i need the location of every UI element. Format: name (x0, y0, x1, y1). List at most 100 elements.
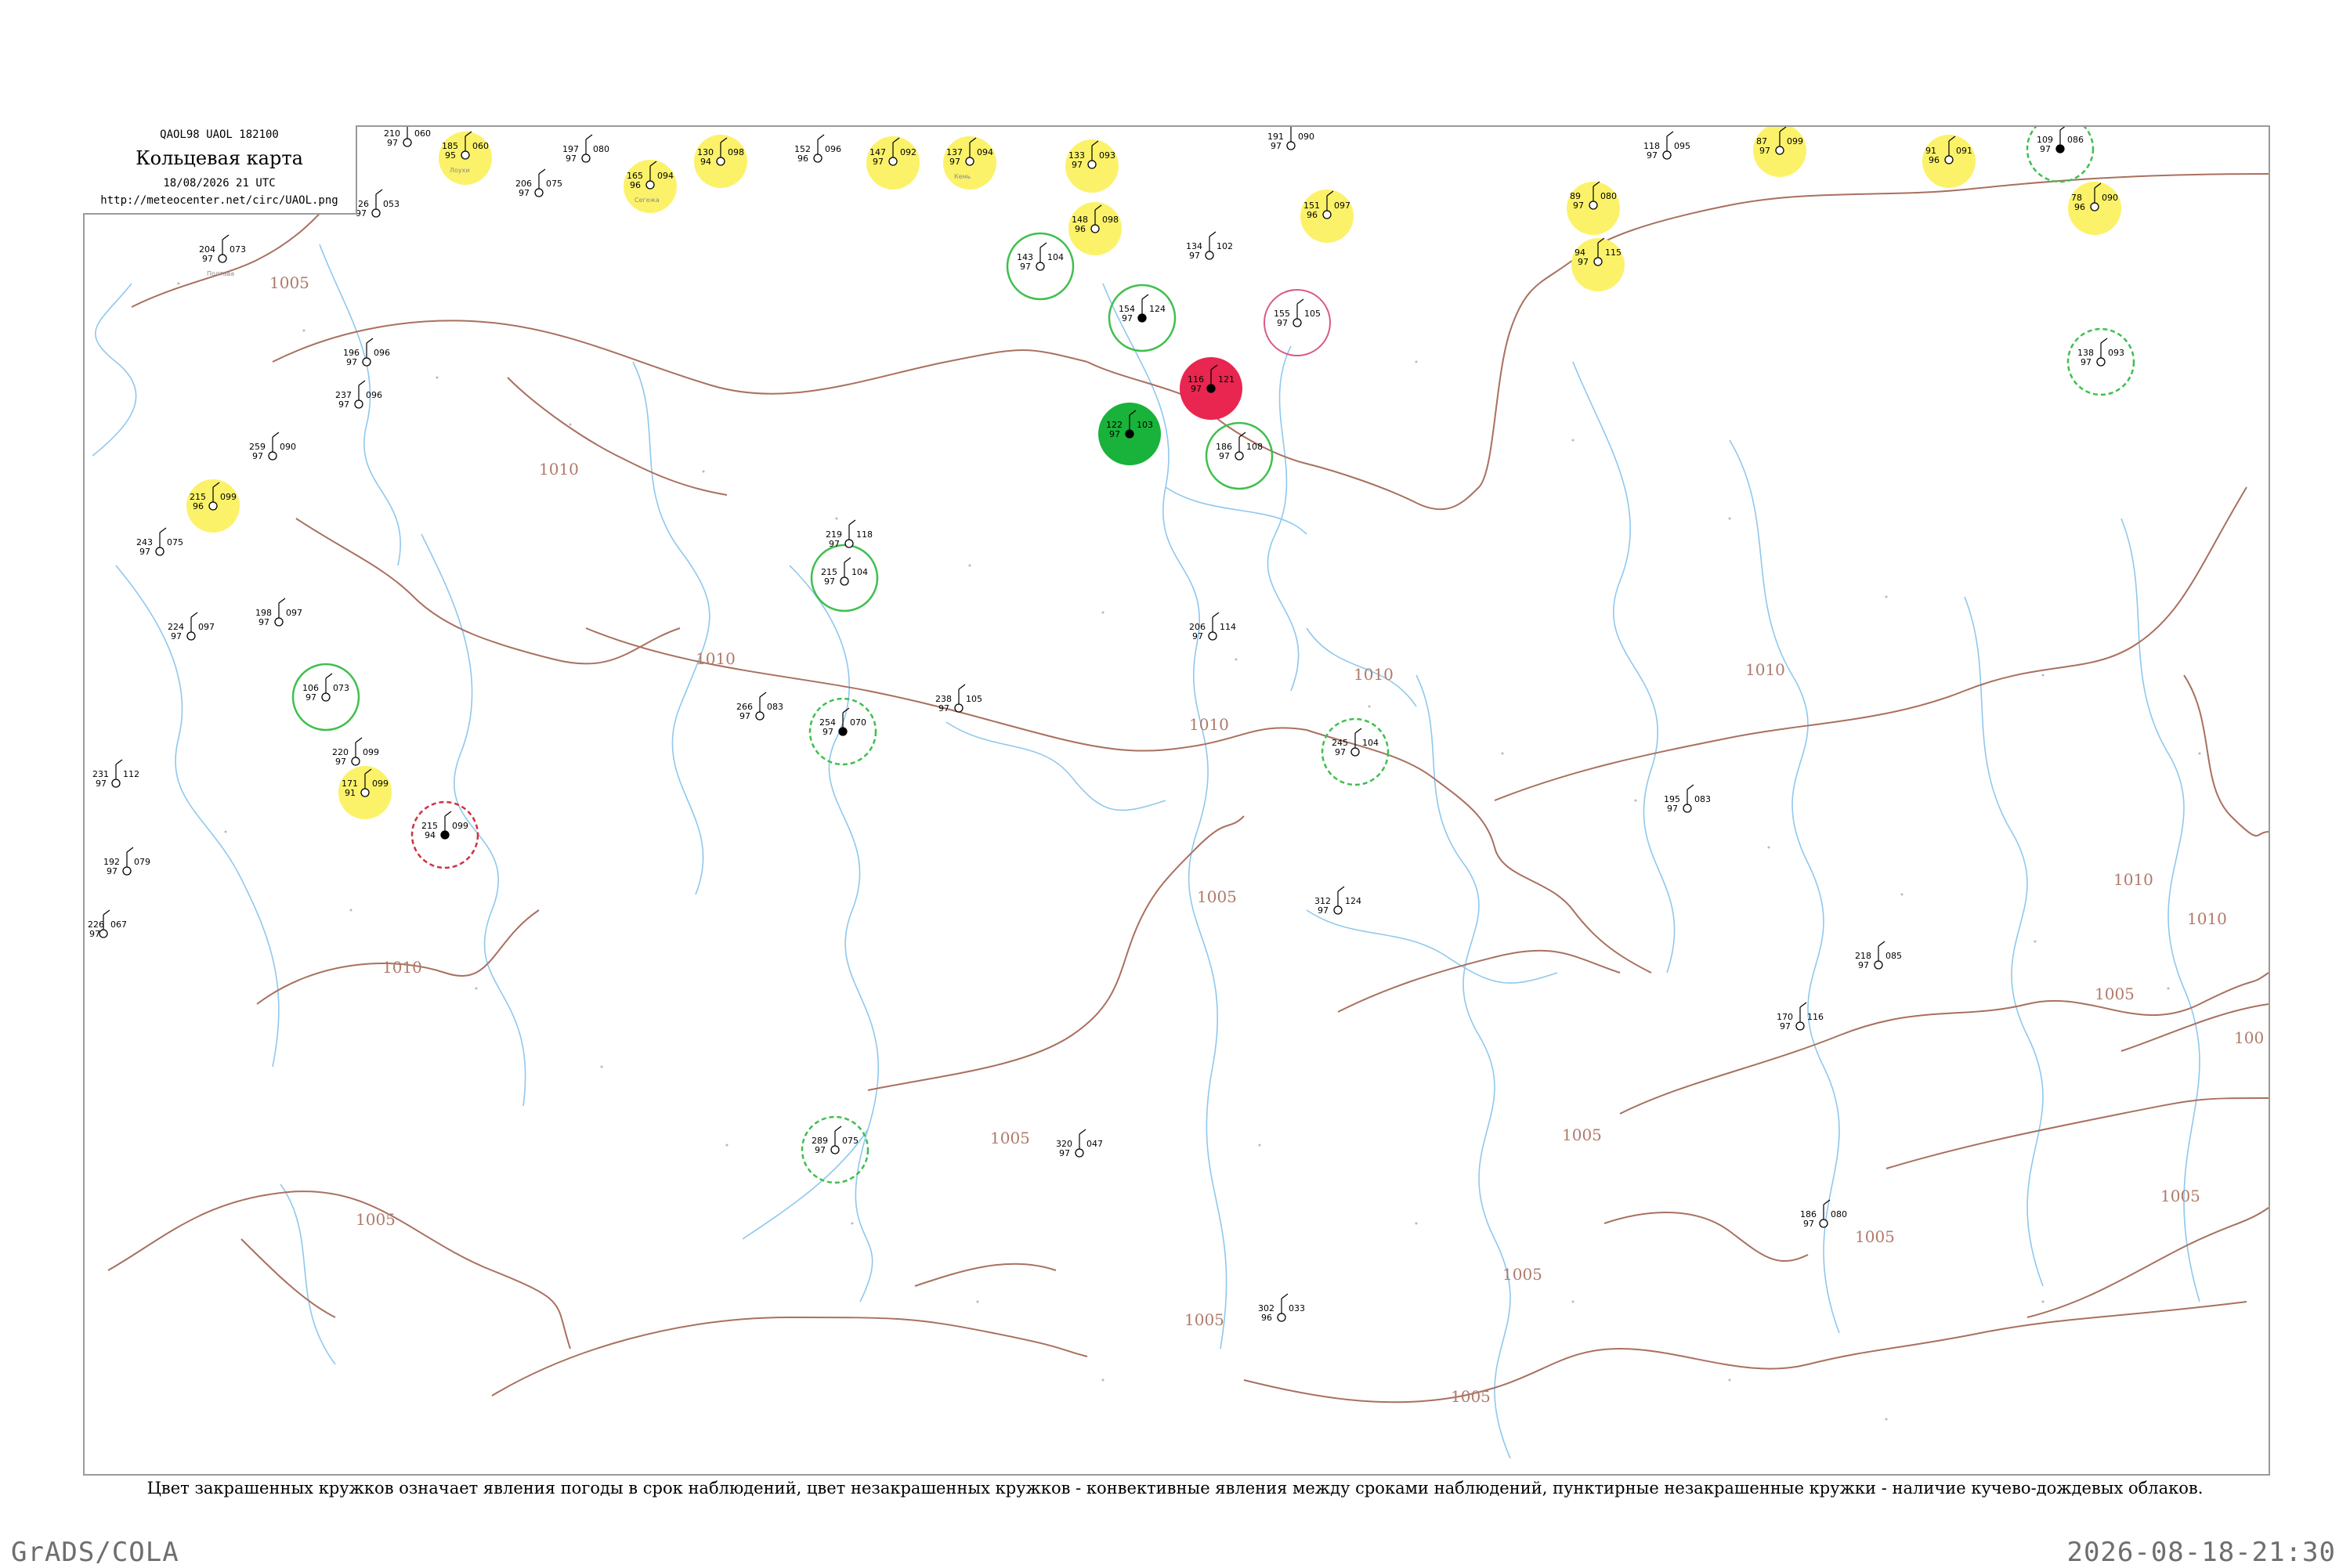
station-dew: 97 (1122, 313, 1133, 323)
station: 19597083 (1664, 784, 1711, 814)
station: 15597105 (1274, 298, 1321, 328)
station-pressure: 105 (1304, 309, 1321, 319)
map-page: 1005 1005 1010 1010 1010 1010 1005 1010 … (0, 0, 2350, 1568)
station-pressure: 033 (1289, 1303, 1305, 1313)
station: 10997086 (2037, 127, 2084, 154)
isobar-label: 1005 (356, 1210, 396, 1229)
station-pressure: 099 (363, 747, 379, 757)
station: 13897093 (2077, 338, 2124, 367)
station-dew: 97 (1573, 201, 1584, 211)
station-dew: 97 (519, 188, 530, 198)
station-pressure: 075 (167, 537, 183, 547)
station-dew: 97 (356, 208, 367, 219)
station-pressure: 067 (110, 919, 127, 930)
station-dew: 97 (566, 154, 577, 164)
station: 18697108 (1216, 432, 1263, 461)
render-timestamp: 2026-08-18-21:30 (2066, 1537, 2336, 1568)
station: 20497073Полтава (199, 234, 246, 277)
station-pressure: 093 (2108, 348, 2124, 358)
station-pressure: 092 (900, 147, 916, 157)
station: 25497070 (819, 707, 866, 737)
station: 10697073 (302, 673, 349, 703)
station-pressure: 079 (134, 857, 150, 867)
station-dew: 96 (2074, 202, 2085, 212)
isobar-label: 1005 (990, 1129, 1030, 1147)
station-pressure: 103 (1137, 420, 1153, 430)
station-name: Полтава (207, 270, 234, 277)
station: 14397104 (1017, 242, 1064, 272)
station-name: Кемь (954, 173, 971, 180)
station-dew: 97 (139, 547, 150, 557)
station-pressure: 096 (374, 348, 390, 358)
station-pressure: 104 (1362, 738, 1379, 748)
station-pressure: 096 (825, 144, 841, 154)
station-dew: 97 (1578, 257, 1589, 267)
station-pressure: 095 (1674, 141, 1690, 151)
station-dew: 96 (1307, 210, 1318, 220)
station: 23897105 (935, 684, 982, 714)
station-pressure: 098 (1102, 215, 1119, 225)
observation-datetime: 18/08/2026 21 UTC (163, 177, 276, 190)
isobar-label: 1010 (539, 460, 579, 479)
bulletin-code: QAOL98 UAOL 182100 (160, 128, 279, 141)
station: 32097047 (1056, 1129, 1103, 1158)
station-dew: 97 (1219, 451, 1230, 461)
isobar-label: 1010 (382, 958, 422, 977)
station-dew: 97 (1072, 160, 1083, 170)
station-dew: 97 (739, 711, 750, 721)
station-pressure: 086 (2067, 135, 2084, 145)
station: 25997090 (249, 432, 296, 461)
station-dew: 97 (873, 157, 884, 167)
station-pressure: 099 (220, 492, 237, 502)
station-dew: 97 (1803, 1219, 1814, 1229)
station-pressure: 099 (1787, 136, 1803, 146)
map-frame: 1005 1005 1010 1010 1010 1010 1005 1010 … (83, 125, 2270, 1476)
station-pressure: 099 (372, 779, 389, 789)
station-dew: 96 (797, 154, 808, 164)
station-dew: 91 (345, 788, 356, 798)
station-pressure: 047 (1086, 1139, 1103, 1149)
station-dew: 97 (1192, 631, 1203, 641)
station: 22497097 (168, 612, 215, 641)
isobar-label: 1005 (1184, 1310, 1224, 1329)
station-dew: 94 (700, 157, 711, 167)
station-dew: 97 (1189, 251, 1200, 261)
isobar-label: 1005 (2160, 1187, 2200, 1205)
station: 21997118 (826, 519, 873, 549)
station-pressure: 080 (1831, 1209, 1847, 1219)
station-pressure: 094 (657, 171, 674, 181)
station-pressure: 096 (366, 390, 382, 400)
station-pressure: 083 (767, 702, 783, 712)
station-pressure: 073 (333, 683, 349, 693)
station-pressure: 060 (472, 141, 489, 151)
station-dew: 97 (1271, 141, 1282, 151)
station-pressure: 094 (977, 147, 993, 157)
station: 24397075 (136, 527, 183, 557)
isobar-label: 1005 (1451, 1387, 1491, 1406)
station: 17097116 (1777, 1002, 1824, 1031)
station: 18697080 (1800, 1199, 1847, 1229)
isobar-label: 1010 (1354, 665, 1394, 684)
station-dew: 97 (171, 631, 182, 641)
isobar-label: 1010 (1189, 715, 1229, 734)
station-pressure: 097 (1334, 201, 1350, 211)
source-url: http://meteocenter.net/circ/UAOL.png (100, 194, 338, 207)
station-pressure: 090 (280, 442, 296, 452)
isobar-label: 1005 (1562, 1125, 1602, 1144)
station-pressure: 080 (1600, 191, 1617, 201)
isobar-label: 1005 (1502, 1265, 1542, 1284)
station-pressure: 073 (230, 244, 246, 255)
station-dew: 96 (1075, 224, 1086, 234)
station-dew: 97 (815, 1145, 826, 1155)
station-dew: 97 (938, 703, 949, 714)
station-dew: 97 (346, 357, 357, 367)
station-pressure: 098 (728, 147, 744, 157)
station-dew: 97 (107, 866, 118, 876)
station: 23197112 (92, 759, 139, 789)
station: 19297079 (103, 847, 150, 876)
station: 30296033 (1258, 1293, 1305, 1323)
station-dew: 97 (387, 138, 398, 148)
station-dew: 97 (829, 539, 840, 549)
station-dew: 97 (1647, 150, 1658, 161)
isobar-label: 1010 (2187, 909, 2227, 928)
